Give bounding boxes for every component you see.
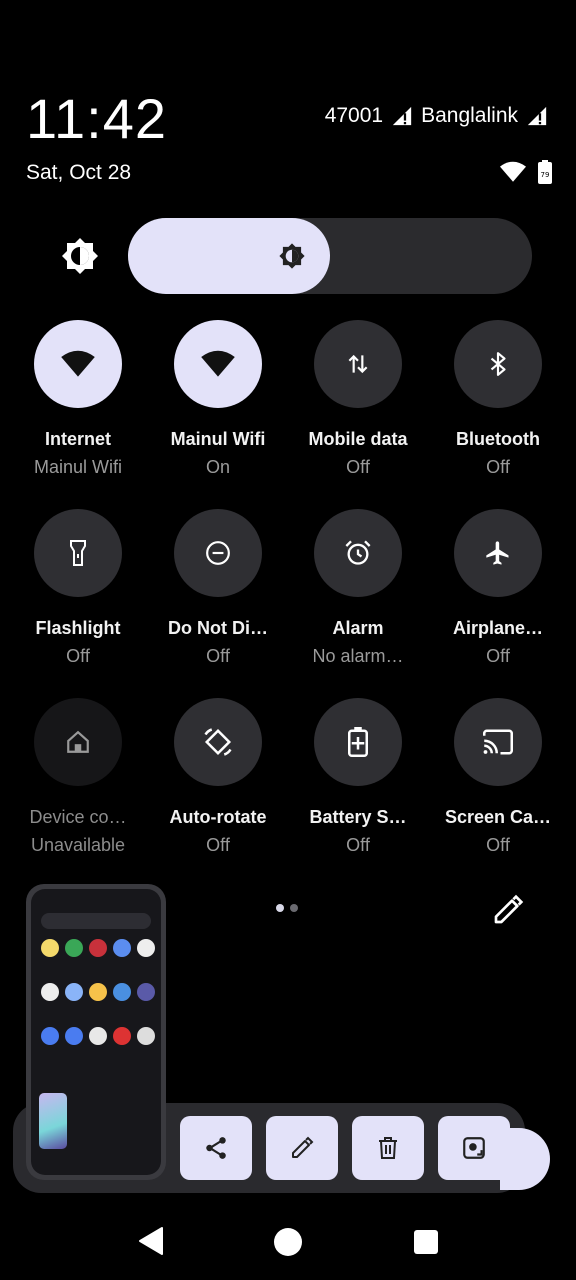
tile-status: Off (486, 835, 510, 855)
thumb-app-icon (113, 983, 131, 1001)
battery-icon: 79 (538, 160, 552, 184)
tile-label: Internet (44, 429, 111, 449)
airplane-icon (454, 509, 542, 597)
tile-internet[interactable]: Internet Mainul Wifi (8, 320, 148, 478)
brightness-slider[interactable] (128, 218, 532, 294)
tile-status: Off (206, 835, 230, 855)
long-screenshot-icon (463, 1137, 485, 1159)
flashlight-icon (34, 509, 122, 597)
tile-status: Off (66, 646, 90, 666)
tile-status: Unavailable (30, 835, 126, 855)
thumb-app-icon (113, 1027, 131, 1045)
tile-status: Off (206, 646, 230, 666)
thumb-app-icon (89, 1027, 107, 1045)
cast-icon (454, 698, 542, 786)
tile-label: Mainul Wifi (170, 429, 266, 449)
wifi-icon (34, 320, 122, 408)
signal-icon (527, 106, 547, 126)
edit-screenshot-button[interactable] (266, 1116, 338, 1180)
tile-mobile-data[interactable]: Mobile data Off (288, 320, 428, 478)
tile-device-co[interactable]: Device co… Unavailable (8, 698, 148, 856)
tile-label: Battery S… (309, 807, 407, 827)
delete-button[interactable] (352, 1116, 424, 1180)
tile-mainul-wifi[interactable]: Mainul Wifi On (148, 320, 288, 478)
tile-label: Flashlight (35, 618, 121, 638)
battery-level: 79 (541, 171, 550, 179)
thumbnail-content (31, 889, 161, 1175)
tile-label: Device co… (29, 807, 127, 827)
long-screenshot-button[interactable] (438, 1116, 510, 1180)
tile-status: Off (346, 835, 370, 855)
tile-label: Screen Ca… (444, 807, 552, 827)
thumb-app-icon (137, 983, 155, 1001)
tile-status: Mainul Wifi (33, 457, 122, 477)
thumbnail-search-bar (41, 913, 151, 929)
tile-status: No alarm… (312, 646, 404, 666)
tile-label: Bluetooth (456, 429, 540, 449)
home-button[interactable] (274, 1228, 302, 1256)
tile-label: Do Not Di… (168, 618, 268, 638)
share-icon (206, 1137, 226, 1159)
thumb-app-icon (137, 939, 155, 957)
tile-status: Off (486, 646, 510, 666)
thumb-app-icon (113, 939, 131, 957)
tile-bluetooth[interactable]: Bluetooth Off (428, 320, 568, 478)
wifi-status-icon (500, 161, 526, 182)
thumb-app-icon (41, 939, 59, 957)
alarm-icon (314, 509, 402, 597)
edit-icon (292, 1136, 314, 1158)
screenshot-thumbnail[interactable] (26, 884, 166, 1180)
thumb-wallpaper-preview (39, 1093, 67, 1149)
tile-status: On (205, 457, 230, 477)
wifi-icon (174, 320, 262, 408)
bluetooth-icon (454, 320, 542, 408)
brightness-icon (62, 238, 98, 274)
tile-status: Off (486, 457, 510, 477)
tile-battery-s[interactable]: Battery S… Off (288, 698, 428, 856)
tile-auto-rotate[interactable]: Auto-rotate Off (148, 698, 288, 856)
tile-label: Mobile data (308, 429, 408, 449)
delete-icon (379, 1137, 397, 1159)
thumb-app-icon (41, 983, 59, 1001)
signal-icon (392, 106, 412, 126)
edit-tiles-icon[interactable] (492, 894, 524, 926)
page-dot-active (276, 904, 284, 912)
thumb-app-icon (65, 1027, 83, 1045)
do-not-disturb-icon (174, 509, 262, 597)
thumb-app-icon (89, 983, 107, 1001)
status-icons: 79 (500, 160, 552, 184)
tile-label: Auto-rotate (169, 807, 267, 827)
share-button[interactable] (180, 1116, 252, 1180)
carrier-info: 47001 Banglalink (325, 104, 548, 128)
clock: 11:42 (26, 87, 167, 150)
tile-airplane[interactable]: Airplane… Off (428, 509, 568, 667)
tile-label: Alarm (332, 618, 384, 638)
thumb-app-icon (137, 1027, 155, 1045)
back-button[interactable] (136, 1226, 166, 1256)
auto-rotate-icon (174, 698, 262, 786)
tile-label: Airplane… (452, 618, 544, 638)
tile-alarm[interactable]: Alarm No alarm… (288, 509, 428, 667)
thumb-app-icon (65, 983, 83, 1001)
tile-status: Off (346, 457, 370, 477)
battery-saver-icon (314, 698, 402, 786)
mobile-data-icon (314, 320, 402, 408)
tile-flashlight[interactable]: Flashlight Off (8, 509, 148, 667)
tile-screen-ca[interactable]: Screen Ca… Off (428, 698, 568, 856)
carrier-2: Banglalink (421, 104, 518, 127)
thumb-app-icon (41, 1027, 59, 1045)
carrier-1: 47001 (324, 104, 384, 127)
page-indicator (276, 904, 298, 912)
thumb-app-icon (89, 939, 107, 957)
tile-do-not-di[interactable]: Do Not Di… Off (148, 509, 288, 667)
home-icon (34, 698, 122, 786)
brightness-thumb-icon (279, 243, 305, 269)
page-dot (290, 904, 298, 912)
thumb-app-icon (65, 939, 83, 957)
date: Sat, Oct 28 (26, 161, 132, 184)
recents-button[interactable] (414, 1230, 438, 1254)
